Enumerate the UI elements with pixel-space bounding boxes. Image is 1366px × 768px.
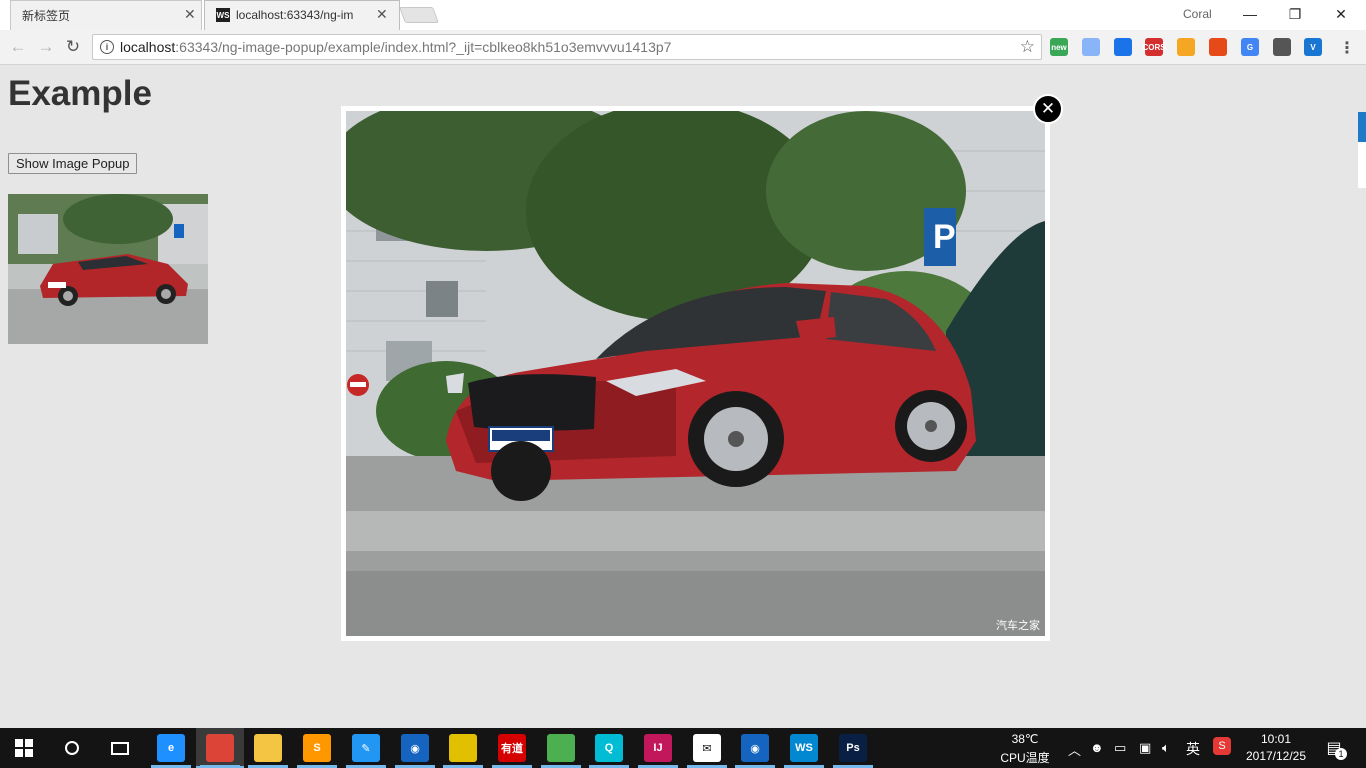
back-arrow-icon[interactable]: ← (8, 37, 28, 57)
image-popup: P 汽车之家 (341, 106, 1050, 641)
tray-user-icon[interactable]: ☻ (1090, 740, 1104, 755)
explorer-icon[interactable] (254, 734, 282, 762)
close-icon: ✕ (1040, 99, 1056, 118)
photoshop-icon[interactable]: Ps (839, 734, 867, 762)
popup-car-image: P (346, 111, 1045, 636)
notes-icon[interactable]: ✎ (352, 734, 380, 762)
sogou-ime-icon[interactable]: S (1213, 737, 1231, 755)
tab-localhost[interactable]: WS localhost:63343/ng-im ✕ (204, 0, 400, 30)
task-view-icon[interactable] (106, 734, 134, 762)
dropper-ext-icon[interactable] (1114, 38, 1132, 56)
profile-name[interactable]: Coral (1183, 7, 1212, 21)
qr-ext-icon[interactable] (1273, 38, 1291, 56)
orange-ext-icon[interactable] (1177, 38, 1195, 56)
tab-title: 新标签页 (22, 8, 71, 23)
browser-toolbar: ← → ↻ i localhost:63343/ng-image-popup/e… (0, 30, 1366, 65)
svg-text:P: P (933, 218, 956, 256)
tab-close-icon[interactable]: ✕ (376, 6, 388, 23)
tray-chevron-up-icon[interactable]: ︿ (1068, 740, 1081, 759)
tab-close-icon[interactable]: ✕ (184, 6, 196, 23)
tab-new-tab[interactable]: 新标签页 ✕ (10, 0, 202, 30)
new-ext-icon[interactable]: new (1050, 38, 1068, 56)
maps-icon[interactable]: ◉ (401, 734, 429, 762)
address-bar[interactable]: i localhost:63343/ng-image-popup/example… (92, 34, 1042, 60)
close-window-icon[interactable]: ✕ (1327, 4, 1355, 24)
forward-arrow-icon[interactable]: → (36, 37, 56, 57)
ruler-icon[interactable] (449, 734, 477, 762)
info-icon[interactable]: i (100, 40, 114, 54)
page-title: Example (8, 74, 152, 113)
translate-ext-icon[interactable]: G (1241, 38, 1259, 56)
ime-indicator[interactable]: 英 (1186, 739, 1200, 759)
notification-count: 1 (1335, 748, 1347, 760)
search-q-icon[interactable]: Q (595, 734, 623, 762)
cortana-search-icon[interactable] (58, 734, 86, 762)
circle-ext-icon[interactable] (1082, 38, 1100, 56)
windows-logo-icon (15, 739, 33, 757)
tab-title: localhost:63343/ng-im (236, 8, 354, 22)
side-scroll-indicator[interactable] (1358, 112, 1366, 188)
tab-strip: 新标签页 ✕ WS localhost:63343/ng-im ✕ Coral … (0, 0, 1366, 30)
webstorm-icon[interactable]: WS (790, 734, 818, 762)
edge-icon[interactable]: e (157, 734, 185, 762)
photo-watermark: 汽车之家 (996, 620, 1040, 632)
maps2-icon[interactable]: ◉ (741, 734, 769, 762)
url-text[interactable]: localhost:63343/ng-image-popup/example/i… (120, 39, 671, 55)
tray-battery-icon[interactable]: ▭ (1114, 740, 1126, 756)
new-tab-button[interactable] (399, 7, 439, 23)
clock-time[interactable]: 10:01 (1250, 732, 1302, 746)
cpu-temp: 38℃ (1011, 732, 1039, 746)
reload-icon[interactable]: ↻ (63, 37, 83, 57)
wechat-icon[interactable] (547, 734, 575, 762)
webstorm-favicon-icon: WS (216, 8, 230, 22)
intellij-icon[interactable]: IJ (644, 734, 672, 762)
cpu-temp-label: CPU温度 (1000, 751, 1050, 765)
menu-dots-icon[interactable]: ⋮ (1339, 38, 1355, 58)
popup-close-button[interactable]: ✕ (1033, 94, 1063, 124)
side-scroll-thumb[interactable] (1358, 112, 1366, 142)
url-path: :63343/ng-image-popup/example/index.html… (175, 39, 672, 55)
show-image-popup-button[interactable]: Show Image Popup (8, 153, 138, 174)
url-host: localhost (120, 39, 176, 55)
youdao-icon[interactable]: 有道 (498, 734, 526, 762)
sublime-icon[interactable]: S (303, 734, 331, 762)
windows-start-icon[interactable] (10, 734, 38, 762)
page-content: Example Show Image Popup P 汽车之家 ✕ (0, 66, 1366, 728)
clock-date[interactable]: 2017/12/25 (1240, 749, 1312, 763)
bookmark-star-icon[interactable]: ☆ (1020, 37, 1035, 57)
tray-volume-icon[interactable]: 🔈︎ (1162, 740, 1170, 756)
restore-icon[interactable]: ❐ (1281, 4, 1309, 24)
windows-taskbar: e S ✎ ◉ 有道 Q IJ ✉ ◉ WS Ps 38℃ CPU温度 ︿ ☻ ▭ ▣ 🔈︎ 英 S… (0, 728, 1366, 768)
mail-icon[interactable]: ✉ (693, 734, 721, 762)
cors-ext-icon[interactable]: CORS (1142, 38, 1166, 56)
car-thumbnail-image (8, 194, 208, 344)
tray-network-icon[interactable]: ▣ (1139, 740, 1151, 756)
minimize-icon[interactable]: — (1236, 4, 1264, 24)
office-ext-icon[interactable] (1209, 38, 1227, 56)
v-ext-icon[interactable]: V (1304, 38, 1322, 56)
car-thumbnail[interactable] (8, 194, 208, 344)
chrome-icon[interactable] (206, 734, 234, 762)
